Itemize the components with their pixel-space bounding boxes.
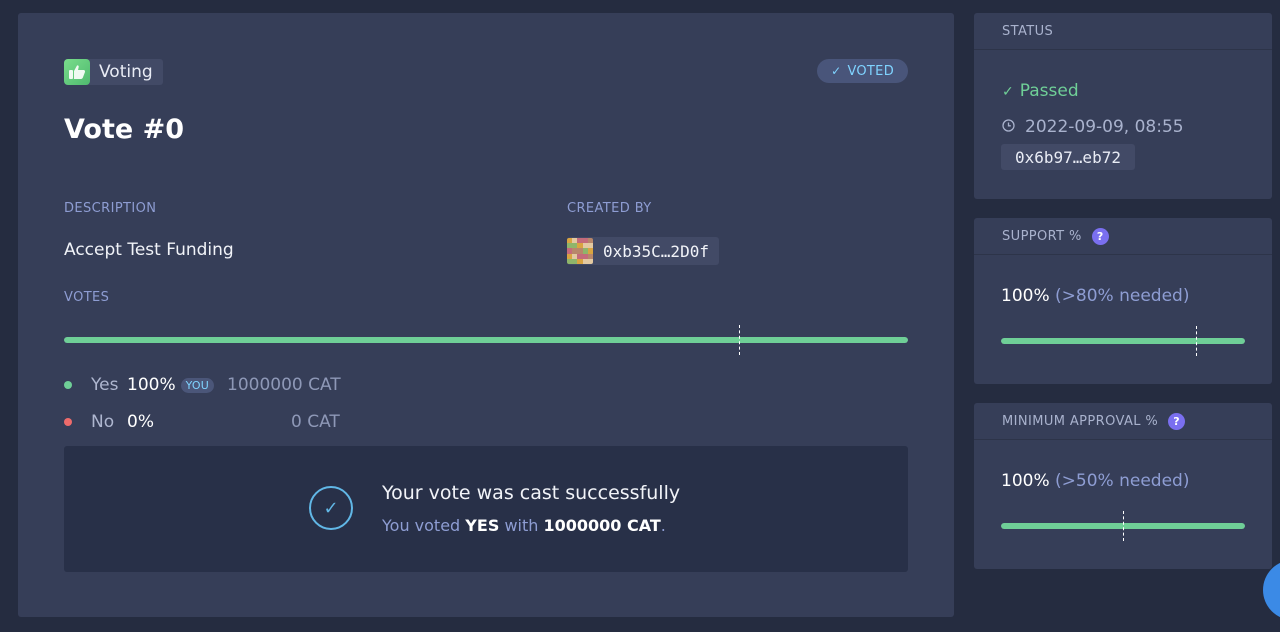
status-result: Passed [1019, 81, 1079, 101]
yes-percent: 100% [127, 375, 176, 395]
success-with: with [504, 516, 539, 535]
vote-option-no: No 0% [64, 412, 154, 432]
identicon-cell [587, 258, 593, 264]
success-prefix: You voted [382, 516, 461, 535]
status-header: STATUS [974, 13, 1272, 50]
voted-badge-label: VOTED [847, 63, 894, 79]
votes-label: VOTES [64, 290, 110, 305]
vote-card: Voting ✓ VOTED Vote #0 DESCRIPTION Accep… [18, 13, 954, 617]
votes-threshold-marker [739, 325, 741, 355]
success-amount: 1000000 CAT [543, 516, 661, 535]
voted-badge: ✓ VOTED [817, 59, 908, 83]
support-threshold-marker [1196, 326, 1198, 356]
support-value: 100% [1001, 286, 1050, 306]
yes-label: Yes [91, 375, 119, 395]
app-label: Voting [99, 62, 153, 82]
page-title: Vote #0 [64, 114, 184, 145]
yes-amount: 1000000 CAT [227, 375, 341, 395]
creator-address[interactable]: 0xb35C…2D0f [567, 237, 719, 265]
status-date: 2022-09-09, 08:55 [1002, 117, 1184, 137]
question-icon[interactable]: ? [1168, 412, 1186, 430]
status-date-text: 2022-09-09, 08:55 [1025, 117, 1184, 137]
min-approval-value-line: 100% (>50% needed) [1001, 471, 1189, 491]
success-choice: YES [465, 516, 500, 535]
support-panel: SUPPORT % ? 100% (>80% needed) [974, 218, 1272, 384]
status-panel: STATUS ✓ Passed 2022-09-09, 08:55 0x6b97…… [974, 13, 1272, 199]
thumbs-icon [64, 59, 90, 85]
votes-bar [64, 337, 908, 343]
identicon-avatar [567, 238, 593, 264]
status-tx-hash[interactable]: 0x6b97…eb72 [1001, 144, 1135, 170]
check-circle-icon: ✓ [309, 486, 353, 530]
question-icon[interactable]: ? [1091, 227, 1109, 245]
support-header: SUPPORT % ? [974, 218, 1272, 255]
min-approval-header: MINIMUM APPROVAL % ? [974, 403, 1272, 440]
description-text: Accept Test Funding [64, 240, 234, 260]
clock-icon [1002, 117, 1015, 137]
no-amount: 0 CAT [291, 412, 340, 432]
vote-option-yes: Yes 100% YOU [64, 375, 215, 395]
app-badge[interactable]: Voting [64, 59, 163, 85]
no-percent: 0% [127, 412, 154, 432]
support-bar-fill [1001, 338, 1245, 344]
support-needed: (>80% needed) [1055, 286, 1190, 306]
votes-bar-fill [64, 337, 908, 343]
no-dot-icon [64, 418, 72, 426]
creator-address-text: 0xb35C…2D0f [603, 241, 709, 261]
min-approval-value: 100% [1001, 471, 1050, 491]
no-label: No [91, 412, 115, 432]
min-approval-threshold-marker [1123, 511, 1124, 541]
support-header-text: SUPPORT % [1002, 228, 1082, 244]
you-badge: YOU [180, 377, 215, 393]
support-bar [1001, 338, 1245, 344]
check-icon: ✓ [831, 64, 842, 78]
vote-success-message: ✓ Your vote was cast successfully You vo… [64, 446, 908, 572]
help-chat-button[interactable] [1263, 560, 1280, 620]
yes-dot-icon [64, 381, 72, 389]
min-approval-needed: (>50% needed) [1055, 471, 1190, 491]
success-title: Your vote was cast successfully [382, 482, 681, 504]
min-approval-header-text: MINIMUM APPROVAL % [1002, 413, 1159, 429]
status-passed: ✓ Passed [1002, 81, 1079, 101]
success-suffix: . [660, 516, 666, 535]
description-label: DESCRIPTION [64, 201, 157, 216]
created-by-label: CREATED BY [567, 201, 652, 216]
success-subtitle: You voted YES with 1000000 CAT. [382, 516, 666, 535]
check-icon: ✓ [1002, 84, 1014, 100]
min-approval-panel: MINIMUM APPROVAL % ? 100% (>50% needed) [974, 403, 1272, 569]
support-value-line: 100% (>80% needed) [1001, 286, 1189, 306]
